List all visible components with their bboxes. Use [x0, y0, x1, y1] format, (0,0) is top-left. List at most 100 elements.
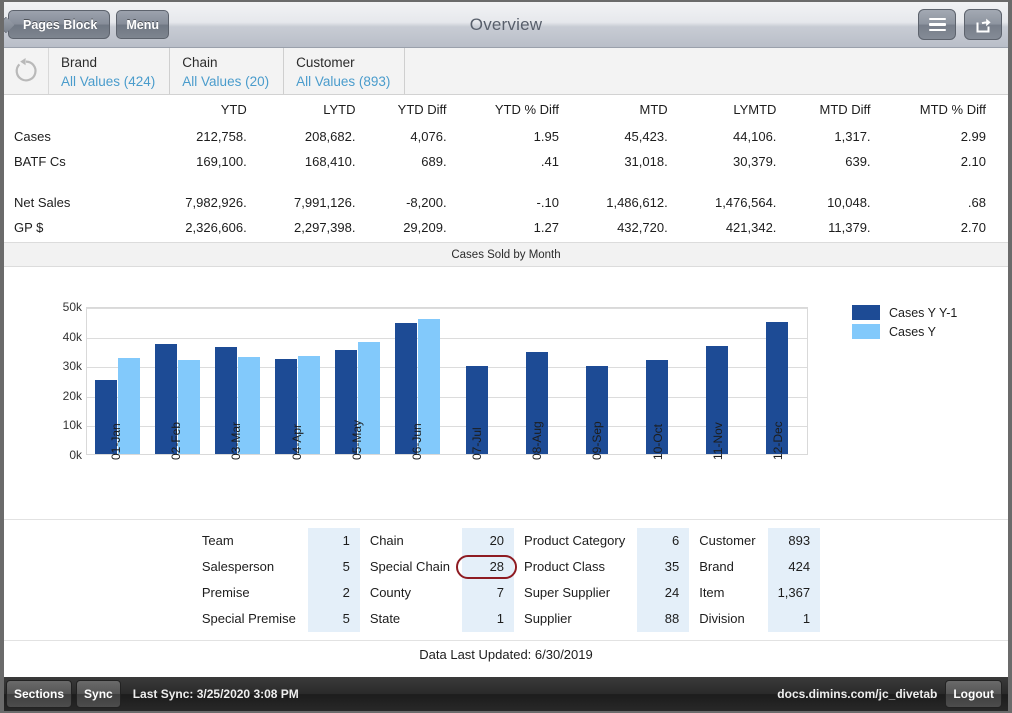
dimension-value[interactable]: 20	[462, 528, 514, 554]
dimension-value[interactable]: 35	[637, 554, 689, 580]
kpi-table-head: YTD LYTD YTD Diff YTD % Diff MTD LYMTD M…	[12, 101, 994, 124]
title-bar-left-buttons: Pages Block Menu	[8, 10, 169, 39]
filter-customer-label: Customer	[296, 54, 390, 72]
filter-brand-label: Brand	[61, 54, 155, 72]
dimension-value[interactable]: 24	[637, 580, 689, 606]
dimension-name[interactable]: Supplier	[514, 606, 633, 632]
hamburger-menu-button[interactable]	[918, 9, 956, 40]
kpi-row-label: GP $	[12, 215, 146, 240]
dimension-name[interactable]: Salesperson	[192, 554, 304, 580]
chart-x-tick-label: 07-Jul	[470, 427, 484, 460]
dimension-value[interactable]: 2	[308, 580, 360, 606]
filter-chain[interactable]: Chain All Values (20)	[170, 48, 284, 94]
dimension-value-column: 1525	[308, 528, 360, 632]
kpi-row-label: BATF Cs	[12, 149, 146, 174]
sync-button[interactable]: Sync	[76, 680, 121, 708]
kpi-col-mtd-pct-diff: MTD % Diff	[879, 101, 994, 124]
chart-x-tick-label: 05-May	[350, 420, 364, 460]
kpi-cell: 45,423.	[567, 124, 676, 149]
dimension-value[interactable]: 7	[462, 580, 514, 606]
dimension-value-highlighted[interactable]: 28	[462, 554, 514, 580]
dimension-name[interactable]: County	[360, 580, 458, 606]
dimension-name-column: CustomerBrandItemDivision	[689, 528, 767, 632]
refresh-button[interactable]	[4, 48, 49, 94]
dimension-name[interactable]: Brand	[689, 554, 763, 580]
dimension-name[interactable]: Premise	[192, 580, 304, 606]
dimension-value[interactable]: 5	[308, 554, 360, 580]
dimension-name[interactable]: Team	[192, 528, 304, 554]
dimension-value[interactable]: 1	[768, 606, 821, 632]
dimension-name[interactable]: Super Supplier	[514, 580, 633, 606]
chart-plot-area	[86, 307, 808, 455]
kpi-cell: 2.10	[879, 149, 994, 174]
pages-block-back-button[interactable]: Pages Block	[8, 10, 110, 39]
chart-x-tick: 02-Feb	[146, 456, 206, 518]
dimension-name[interactable]: Division	[689, 606, 763, 632]
chart-x-tick-label: 11-Nov	[711, 422, 725, 460]
kpi-table-container: YTD LYTD YTD Diff YTD % Diff MTD LYMTD M…	[4, 95, 1008, 242]
share-button[interactable]	[964, 9, 1002, 40]
dimension-value[interactable]: 893	[768, 528, 821, 554]
dimension-name[interactable]: Special Chain	[360, 554, 458, 580]
filter-brand[interactable]: Brand All Values (424)	[49, 48, 170, 94]
filter-chain-label: Chain	[182, 54, 269, 72]
sections-button[interactable]: Sections	[6, 680, 72, 708]
chart-x-tick: 08-Aug	[507, 456, 567, 518]
filter-chain-value: All Values (20)	[182, 72, 269, 91]
chart-x-tick: 04-Apr	[267, 456, 327, 518]
menu-button-label: Menu	[126, 18, 159, 32]
dimension-name[interactable]: Chain	[360, 528, 458, 554]
kpi-cell: 11,379.	[784, 215, 878, 240]
dimension-value-column: 8934241,3671	[768, 528, 821, 632]
chart-x-tick: 10-Oct	[628, 456, 688, 518]
menu-button[interactable]: Menu	[116, 10, 169, 39]
dimension-value[interactable]: 5	[308, 606, 360, 632]
table-row: Cases212,758.208,682.4,076.1.9545,423.44…	[12, 124, 994, 149]
dimension-name[interactable]: Product Category	[514, 528, 633, 554]
chart-bars	[87, 308, 807, 454]
dimension-value[interactable]: 88	[637, 606, 689, 632]
chart-x-tick: 03-Mar	[206, 456, 266, 518]
chart-x-tick: 01-Jan	[86, 456, 146, 518]
logout-button[interactable]: Logout	[945, 680, 1002, 708]
refresh-icon	[11, 56, 41, 86]
kpi-col-mtd: MTD	[567, 101, 676, 124]
chart-x-tick: 07-Jul	[447, 456, 507, 518]
kpi-corner-cell	[12, 101, 146, 124]
kpi-col-ytd-pct-diff: YTD % Diff	[455, 101, 567, 124]
dimension-name[interactable]: Customer	[689, 528, 763, 554]
dimension-name[interactable]: Special Premise	[192, 606, 304, 632]
kpi-cell: 29,209.	[363, 215, 454, 240]
kpi-cell: 208,682.	[255, 124, 364, 149]
kpi-header-row: YTD LYTD YTD Diff YTD % Diff MTD LYMTD M…	[12, 101, 994, 124]
chart-x-tick: 12-Dec	[748, 456, 808, 518]
dimension-name[interactable]: State	[360, 606, 458, 632]
dimension-name[interactable]: Item	[689, 580, 763, 606]
kpi-cell: .68	[879, 190, 994, 215]
filter-customer[interactable]: Customer All Values (893)	[284, 48, 405, 94]
dimension-value[interactable]: 424	[768, 554, 821, 580]
legend-label-series-0: Cases Y Y-1	[889, 306, 957, 320]
dimension-name[interactable]: Product Class	[514, 554, 633, 580]
kpi-cell: 689.	[363, 149, 454, 174]
dimension-value[interactable]: 6	[637, 528, 689, 554]
dimension-value[interactable]: 1,367	[768, 580, 821, 606]
dimension-count-block: CustomerBrandItemDivision8934241,3671	[689, 528, 820, 632]
kpi-cell: 421,342.	[676, 215, 785, 240]
legend-swatch-series-0	[852, 305, 880, 320]
dimension-value[interactable]: 1	[308, 528, 360, 554]
chart-y-tick-label: 30k	[42, 359, 82, 373]
chart-x-tick-label: 02-Feb	[169, 422, 183, 460]
kpi-cell: 2.99	[879, 124, 994, 149]
sync-button-label: Sync	[84, 687, 113, 701]
dimension-value[interactable]: 1	[462, 606, 514, 632]
dimension-counts-grid: TeamSalespersonPremiseSpecial Premise152…	[4, 520, 1008, 636]
kpi-cell: 1.27	[455, 215, 567, 240]
chart-y-tick-label: 50k	[42, 300, 82, 314]
legend-item-series-1: Cases Y	[852, 324, 957, 339]
table-row: GP $2,326,606.2,297,398.29,209.1.27432,7…	[12, 215, 994, 240]
data-last-updated: Data Last Updated: 6/30/2019	[4, 640, 1008, 677]
kpi-row-label: Cases	[12, 124, 146, 149]
chart-y-axis: 0k10k20k30k40k50k	[34, 307, 82, 455]
title-bar-right-buttons	[918, 9, 1002, 40]
